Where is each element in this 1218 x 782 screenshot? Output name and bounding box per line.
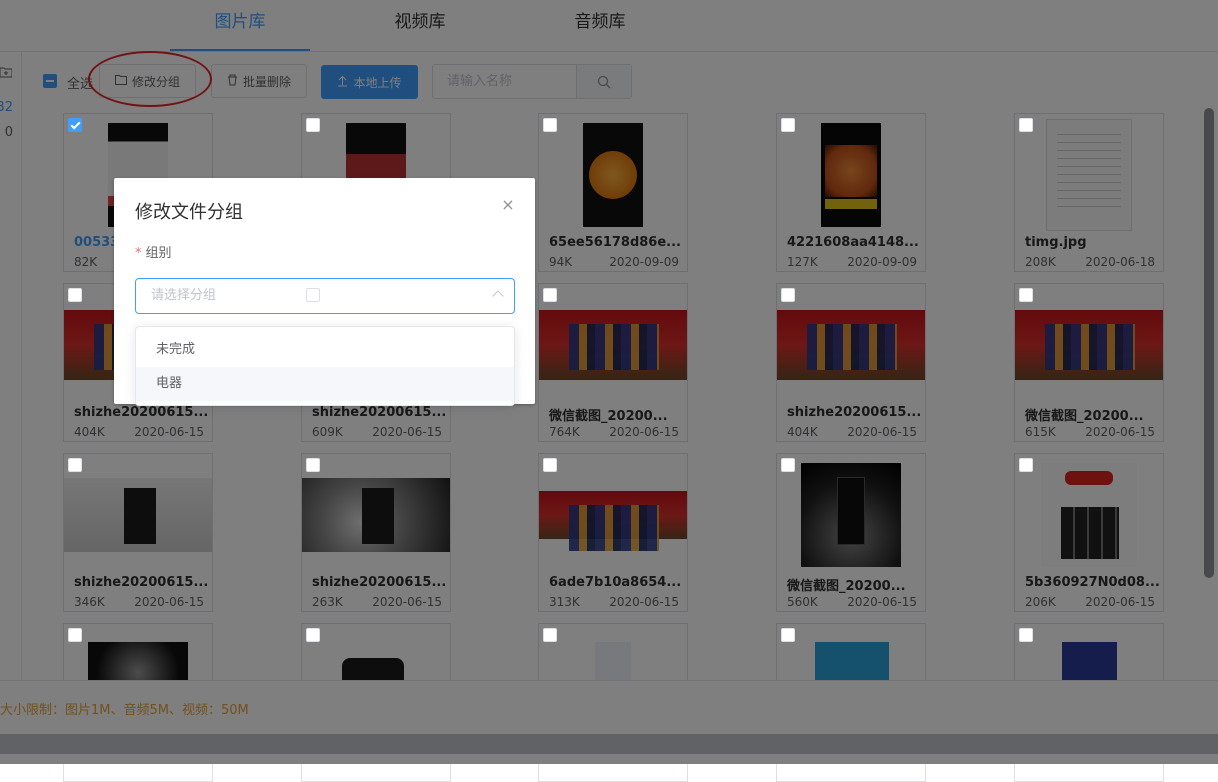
card-checkbox[interactable] xyxy=(1019,118,1033,132)
card-checkbox[interactable] xyxy=(543,288,557,302)
required-mark: * xyxy=(135,246,142,261)
card-checkbox[interactable] xyxy=(1019,288,1033,302)
card-checkbox[interactable] xyxy=(306,288,320,302)
card-checkbox[interactable] xyxy=(781,458,795,472)
card-checkbox[interactable] xyxy=(68,458,82,472)
card-checkbox[interactable] xyxy=(781,288,795,302)
card-checkbox[interactable] xyxy=(306,458,320,472)
close-icon[interactable]: × xyxy=(501,197,515,213)
card-checkbox[interactable] xyxy=(306,628,320,642)
group-select[interactable]: 请选择分组 xyxy=(135,278,515,314)
card-checkbox[interactable] xyxy=(68,628,82,642)
group-select-placeholder: 请选择分组 xyxy=(151,288,217,303)
dropdown-option[interactable]: 未完成 xyxy=(136,333,514,367)
card-checkbox[interactable] xyxy=(68,288,82,302)
group-dropdown: 未完成 电器 xyxy=(135,326,515,406)
dropdown-option[interactable]: 电器 xyxy=(136,367,514,401)
group-field-text: 组别 xyxy=(145,246,172,261)
card-checkbox[interactable] xyxy=(1019,628,1033,642)
card-checkbox[interactable] xyxy=(68,118,82,132)
card-checkbox[interactable] xyxy=(543,458,557,472)
dialog-title: 修改文件分组 xyxy=(135,202,243,223)
group-field-label: * 组别 xyxy=(135,242,172,261)
card-checkbox[interactable] xyxy=(781,118,795,132)
card-checkbox[interactable] xyxy=(781,628,795,642)
chevron-up-icon xyxy=(492,290,504,302)
card-checkbox[interactable] xyxy=(306,118,320,132)
card-checkbox[interactable] xyxy=(543,118,557,132)
card-checkbox[interactable] xyxy=(543,628,557,642)
card-checkbox[interactable] xyxy=(1019,458,1033,472)
